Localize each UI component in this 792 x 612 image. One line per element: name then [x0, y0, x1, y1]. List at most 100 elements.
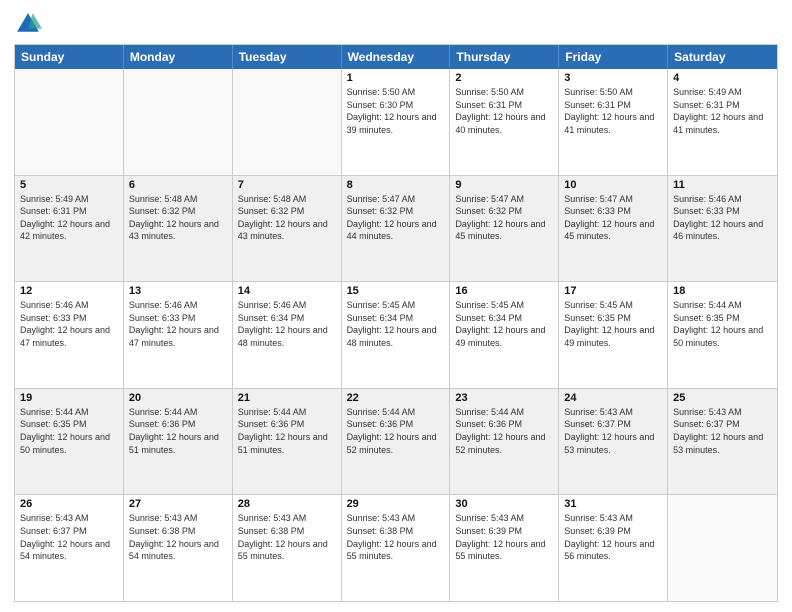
calendar-week: 12 Sunrise: 5:46 AM Sunset: 6:33 PM Dayli…	[15, 282, 777, 389]
day-info: Sunrise: 5:43 AM Sunset: 6:37 PM Dayligh…	[564, 406, 662, 456]
day-number: 17	[564, 285, 662, 297]
calendar-cell: 25 Sunrise: 5:43 AM Sunset: 6:37 PM Dayli…	[668, 389, 777, 495]
calendar-cell	[233, 69, 342, 175]
calendar-cell: 2 Sunrise: 5:50 AM Sunset: 6:31 PM Daylig…	[450, 69, 559, 175]
day-number: 3	[564, 72, 662, 84]
day-number: 2	[455, 72, 553, 84]
day-number: 31	[564, 498, 662, 510]
calendar-cell: 3 Sunrise: 5:50 AM Sunset: 6:31 PM Daylig…	[559, 69, 668, 175]
calendar-cell: 28Sunrise: 5:43 AM Sunset: 6:38 PM Dayli…	[233, 495, 342, 601]
day-info: Sunrise: 5:48 AM Sunset: 6:32 PM Dayligh…	[129, 193, 227, 243]
calendar-cell: 12 Sunrise: 5:46 AM Sunset: 6:33 PM Dayli…	[15, 282, 124, 388]
day-number: 28	[238, 498, 336, 510]
calendar-cell	[668, 495, 777, 601]
calendar-cell: 21Sunrise: 5:44 AM Sunset: 6:36 PM Dayli…	[233, 389, 342, 495]
day-info: Sunrise: 5:43 AM Sunset: 6:39 PM Dayligh…	[455, 512, 553, 562]
calendar-cell: 22Sunrise: 5:44 AM Sunset: 6:36 PM Dayli…	[342, 389, 451, 495]
day-info: Sunrise: 5:46 AM Sunset: 6:33 PM Dayligh…	[129, 299, 227, 349]
day-info: Sunrise: 5:44 AM Sunset: 6:36 PM Dayligh…	[347, 406, 445, 456]
day-number: 12	[20, 285, 118, 297]
calendar-week: 19 Sunrise: 5:44 AM Sunset: 6:35 PM Dayli…	[15, 389, 777, 496]
calendar-week: 1Sunrise: 5:50 AM Sunset: 6:30 PM Daylig…	[15, 69, 777, 176]
calendar-cell: 11Sunrise: 5:46 AM Sunset: 6:33 PM Dayli…	[668, 176, 777, 282]
day-info: Sunrise: 5:44 AM Sunset: 6:35 PM Dayligh…	[20, 406, 118, 456]
day-info: Sunrise: 5:43 AM Sunset: 6:37 PM Dayligh…	[20, 512, 118, 562]
calendar-cell: 15 Sunrise: 5:45 AM Sunset: 6:34 PM Dayli…	[342, 282, 451, 388]
calendar-cell: 26 Sunrise: 5:43 AM Sunset: 6:37 PM Dayli…	[15, 495, 124, 601]
day-number: 29	[347, 498, 445, 510]
day-info: Sunrise: 5:50 AM Sunset: 6:31 PM Dayligh…	[564, 86, 662, 136]
day-number: 16	[455, 285, 553, 297]
day-info: Sunrise: 5:50 AM Sunset: 6:31 PM Dayligh…	[455, 86, 553, 136]
day-number: 25	[673, 392, 772, 404]
calendar-cell: 29 Sunrise: 5:43 AM Sunset: 6:38 PM Dayli…	[342, 495, 451, 601]
day-number: 30	[455, 498, 553, 510]
calendar-cell: 31 Sunrise: 5:43 AM Sunset: 6:39 PM Dayli…	[559, 495, 668, 601]
day-number: 5	[20, 179, 118, 191]
calendar-header-cell: Friday	[559, 45, 668, 69]
calendar-cell: 13 Sunrise: 5:46 AM Sunset: 6:33 PM Dayli…	[124, 282, 233, 388]
calendar-cell: 9 Sunrise: 5:47 AM Sunset: 6:32 PM Daylig…	[450, 176, 559, 282]
day-number: 23	[455, 392, 553, 404]
day-number: 10	[564, 179, 662, 191]
calendar-cell: 16 Sunrise: 5:45 AM Sunset: 6:34 PM Dayli…	[450, 282, 559, 388]
day-number: 6	[129, 179, 227, 191]
day-number: 26	[20, 498, 118, 510]
day-info: Sunrise: 5:43 AM Sunset: 6:38 PM Dayligh…	[347, 512, 445, 562]
calendar-cell: 6 Sunrise: 5:48 AM Sunset: 6:32 PM Daylig…	[124, 176, 233, 282]
page: SundayMondayTuesdayWednesdayThursdayFrid…	[0, 0, 792, 612]
day-info: Sunrise: 5:46 AM Sunset: 6:33 PM Dayligh…	[20, 299, 118, 349]
day-number: 15	[347, 285, 445, 297]
day-info: Sunrise: 5:43 AM Sunset: 6:37 PM Dayligh…	[673, 406, 772, 456]
day-info: Sunrise: 5:44 AM Sunset: 6:36 PM Dayligh…	[455, 406, 553, 456]
day-number: 14	[238, 285, 336, 297]
calendar-cell: 19 Sunrise: 5:44 AM Sunset: 6:35 PM Dayli…	[15, 389, 124, 495]
day-info: Sunrise: 5:44 AM Sunset: 6:35 PM Dayligh…	[673, 299, 772, 349]
logo-icon	[14, 10, 42, 38]
day-number: 9	[455, 179, 553, 191]
calendar-cell: 7 Sunrise: 5:48 AM Sunset: 6:32 PM Daylig…	[233, 176, 342, 282]
day-info: Sunrise: 5:49 AM Sunset: 6:31 PM Dayligh…	[20, 193, 118, 243]
calendar-cell: 1Sunrise: 5:50 AM Sunset: 6:30 PM Daylig…	[342, 69, 451, 175]
calendar-cell: 23 Sunrise: 5:44 AM Sunset: 6:36 PM Dayli…	[450, 389, 559, 495]
calendar-cell: 24Sunrise: 5:43 AM Sunset: 6:37 PM Dayli…	[559, 389, 668, 495]
day-number: 4	[673, 72, 772, 84]
day-info: Sunrise: 5:45 AM Sunset: 6:34 PM Dayligh…	[455, 299, 553, 349]
day-info: Sunrise: 5:48 AM Sunset: 6:32 PM Dayligh…	[238, 193, 336, 243]
calendar-cell: 27Sunrise: 5:43 AM Sunset: 6:38 PM Dayli…	[124, 495, 233, 601]
calendar-header-cell: Saturday	[668, 45, 777, 69]
day-info: Sunrise: 5:47 AM Sunset: 6:32 PM Dayligh…	[455, 193, 553, 243]
calendar-week: 5 Sunrise: 5:49 AM Sunset: 6:31 PM Daylig…	[15, 176, 777, 283]
day-info: Sunrise: 5:44 AM Sunset: 6:36 PM Dayligh…	[238, 406, 336, 456]
calendar-cell: 10Sunrise: 5:47 AM Sunset: 6:33 PM Dayli…	[559, 176, 668, 282]
logo	[14, 10, 46, 38]
day-number: 7	[238, 179, 336, 191]
day-info: Sunrise: 5:45 AM Sunset: 6:35 PM Dayligh…	[564, 299, 662, 349]
calendar-header: SundayMondayTuesdayWednesdayThursdayFrid…	[15, 45, 777, 69]
day-info: Sunrise: 5:46 AM Sunset: 6:33 PM Dayligh…	[673, 193, 772, 243]
day-info: Sunrise: 5:43 AM Sunset: 6:38 PM Dayligh…	[129, 512, 227, 562]
day-info: Sunrise: 5:45 AM Sunset: 6:34 PM Dayligh…	[347, 299, 445, 349]
day-number: 19	[20, 392, 118, 404]
calendar-cell: 14Sunrise: 5:46 AM Sunset: 6:34 PM Dayli…	[233, 282, 342, 388]
calendar-week: 26 Sunrise: 5:43 AM Sunset: 6:37 PM Dayli…	[15, 495, 777, 601]
calendar-cell	[15, 69, 124, 175]
calendar-cell: 5 Sunrise: 5:49 AM Sunset: 6:31 PM Daylig…	[15, 176, 124, 282]
day-info: Sunrise: 5:43 AM Sunset: 6:39 PM Dayligh…	[564, 512, 662, 562]
calendar-header-cell: Tuesday	[233, 45, 342, 69]
day-info: Sunrise: 5:49 AM Sunset: 6:31 PM Dayligh…	[673, 86, 772, 136]
calendar-cell: 4 Sunrise: 5:49 AM Sunset: 6:31 PM Daylig…	[668, 69, 777, 175]
day-info: Sunrise: 5:47 AM Sunset: 6:32 PM Dayligh…	[347, 193, 445, 243]
day-number: 18	[673, 285, 772, 297]
day-info: Sunrise: 5:50 AM Sunset: 6:30 PM Dayligh…	[347, 86, 445, 136]
calendar-cell	[124, 69, 233, 175]
calendar-header-cell: Monday	[124, 45, 233, 69]
calendar-cell: 20Sunrise: 5:44 AM Sunset: 6:36 PM Dayli…	[124, 389, 233, 495]
day-number: 8	[347, 179, 445, 191]
header	[14, 10, 778, 38]
calendar-header-cell: Thursday	[450, 45, 559, 69]
day-number: 13	[129, 285, 227, 297]
calendar: SundayMondayTuesdayWednesdayThursdayFrid…	[14, 44, 778, 602]
calendar-cell: 30 Sunrise: 5:43 AM Sunset: 6:39 PM Dayli…	[450, 495, 559, 601]
calendar-header-cell: Sunday	[15, 45, 124, 69]
